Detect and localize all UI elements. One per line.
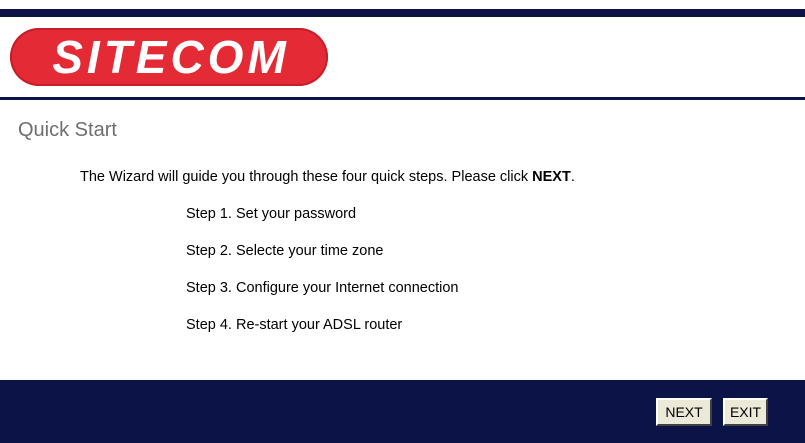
step-item: Step 1. Set your password — [186, 206, 357, 222]
intro-text: The Wizard will guide you through these … — [80, 169, 575, 185]
exit-button[interactable]: EXIT — [723, 398, 768, 426]
step-item: Step 4. Re-start your ADSL router — [186, 317, 403, 333]
logo-text: SITECOM — [52, 31, 290, 83]
steps-list: Step 1. Set your password Step 2. Select… — [186, 205, 458, 353]
header-divider — [0, 97, 805, 100]
quick-start-page: SITECOM Quick Start The Wizard will guid… — [0, 0, 805, 443]
top-bar — [0, 9, 805, 17]
step-item: Step 3. Configure your Internet connecti… — [186, 280, 459, 296]
next-button[interactable]: NEXT — [656, 398, 712, 426]
intro-prefix: The Wizard will guide you through these … — [80, 169, 533, 185]
sitecom-logo: SITECOM — [10, 28, 328, 86]
intro-suffix: . — [570, 169, 575, 185]
step-item: Step 2. Selecte your time zone — [186, 243, 384, 259]
page-title: Quick Start — [18, 119, 117, 141]
intro-emphasis: NEXT — [532, 169, 571, 185]
